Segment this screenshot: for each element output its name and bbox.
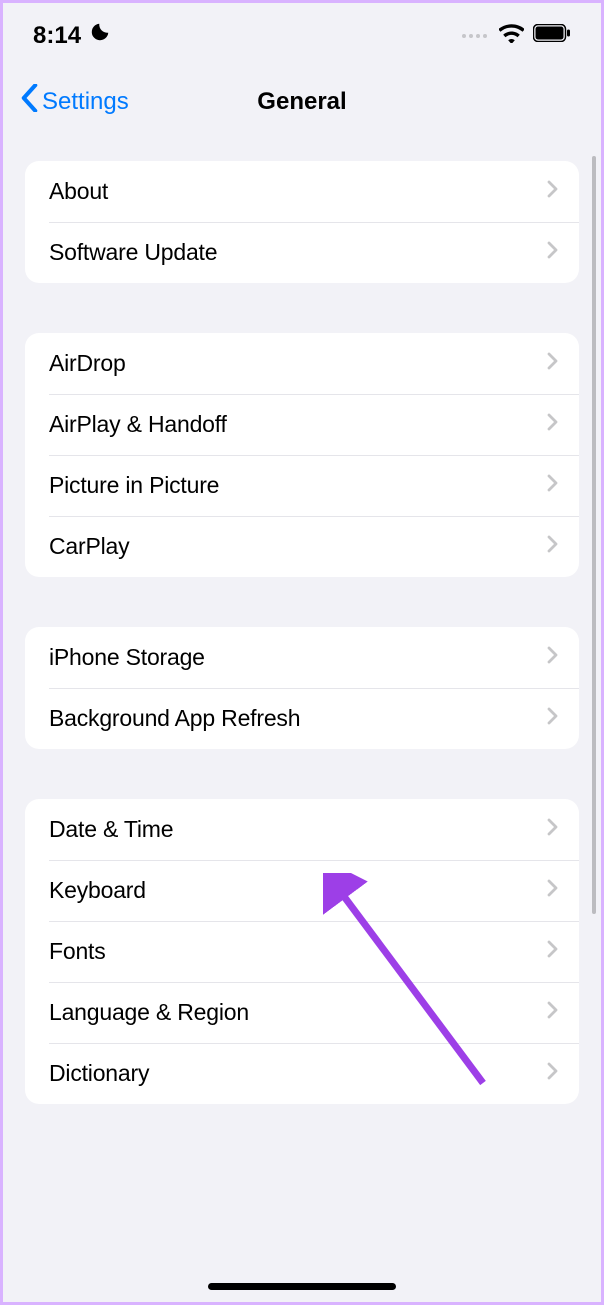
- row-fonts[interactable]: Fonts: [25, 921, 579, 982]
- status-bar: 8:14: [3, 3, 601, 56]
- scroll-indicator[interactable]: [592, 156, 596, 914]
- home-indicator[interactable]: [208, 1283, 396, 1290]
- chevron-right-icon: [547, 413, 559, 436]
- page-title: General: [257, 88, 346, 116]
- chevron-right-icon: [547, 535, 559, 558]
- row-label: About: [49, 178, 108, 205]
- chevron-right-icon: [547, 1062, 559, 1085]
- chevron-right-icon: [547, 818, 559, 841]
- row-software-update[interactable]: Software Update: [25, 222, 579, 283]
- row-label: Background App Refresh: [49, 705, 300, 732]
- row-label: AirDrop: [49, 350, 126, 377]
- chevron-right-icon: [547, 474, 559, 497]
- row-airplay-handoff[interactable]: AirPlay & Handoff: [25, 394, 579, 455]
- settings-group: iPhone Storage Background App Refresh: [25, 627, 579, 749]
- row-label: Picture in Picture: [49, 472, 219, 499]
- chevron-left-icon: [21, 84, 38, 119]
- row-background-app-refresh[interactable]: Background App Refresh: [25, 688, 579, 749]
- chevron-right-icon: [547, 241, 559, 264]
- row-picture-in-picture[interactable]: Picture in Picture: [25, 455, 579, 516]
- navigation-bar: Settings General: [3, 56, 601, 133]
- service-dots-icon: [462, 34, 487, 38]
- row-label: Date & Time: [49, 816, 173, 843]
- chevron-right-icon: [547, 707, 559, 730]
- row-label: Keyboard: [49, 877, 146, 904]
- focus-moon-icon: [89, 21, 111, 50]
- row-about[interactable]: About: [25, 161, 579, 222]
- settings-group: Date & Time Keyboard Fonts Language & Re…: [25, 799, 579, 1104]
- row-label: Fonts: [49, 938, 106, 965]
- row-iphone-storage[interactable]: iPhone Storage: [25, 627, 579, 688]
- wifi-icon: [499, 24, 524, 48]
- row-airdrop[interactable]: AirDrop: [25, 333, 579, 394]
- settings-group: About Software Update: [25, 161, 579, 283]
- battery-icon: [533, 24, 571, 47]
- row-label: Dictionary: [49, 1060, 149, 1087]
- chevron-right-icon: [547, 879, 559, 902]
- status-time: 8:14: [33, 22, 81, 50]
- chevron-right-icon: [547, 352, 559, 375]
- chevron-right-icon: [547, 940, 559, 963]
- row-label: AirPlay & Handoff: [49, 411, 227, 438]
- settings-content: About Software Update AirDrop AirPlay & …: [3, 133, 601, 1104]
- chevron-right-icon: [547, 646, 559, 669]
- row-label: iPhone Storage: [49, 644, 205, 671]
- row-label: CarPlay: [49, 533, 129, 560]
- back-button[interactable]: Settings: [21, 84, 129, 119]
- settings-group: AirDrop AirPlay & Handoff Picture in Pic…: [25, 333, 579, 577]
- device-frame: 8:14 Settings General About: [3, 3, 601, 1302]
- chevron-right-icon: [547, 1001, 559, 1024]
- row-carplay[interactable]: CarPlay: [25, 516, 579, 577]
- row-language-region[interactable]: Language & Region: [25, 982, 579, 1043]
- chevron-right-icon: [547, 180, 559, 203]
- row-label: Software Update: [49, 239, 217, 266]
- row-keyboard[interactable]: Keyboard: [25, 860, 579, 921]
- back-label: Settings: [42, 88, 129, 116]
- row-date-time[interactable]: Date & Time: [25, 799, 579, 860]
- row-dictionary[interactable]: Dictionary: [25, 1043, 579, 1104]
- row-label: Language & Region: [49, 999, 249, 1026]
